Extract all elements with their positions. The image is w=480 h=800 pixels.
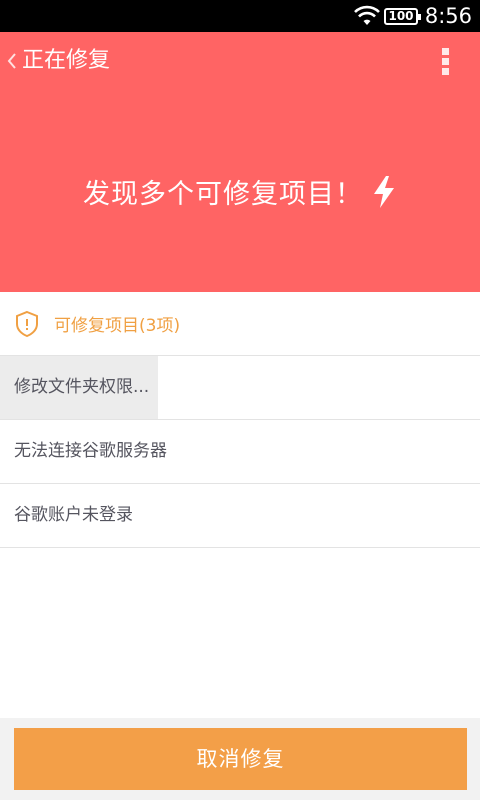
hero-message-text: 发现多个可修复项目！: [83, 179, 363, 210]
repair-item[interactable]: 无法连接谷歌服务器: [0, 420, 480, 484]
cancel-repair-button[interactable]: 取消修复: [14, 728, 467, 790]
bottom-bar: 取消修复: [0, 718, 480, 800]
lightning-bolt-icon: [374, 175, 394, 208]
battery-indicator: 100: [384, 8, 421, 25]
repair-item-label: 修改文件夹权限...: [14, 377, 150, 397]
status-bar: 100 8:56: [0, 0, 480, 32]
wifi-icon: [354, 5, 380, 25]
hero-banner: 正在修复 发现多个可修复项目！: [0, 32, 480, 292]
repair-item-label: 谷歌账户未登录: [14, 505, 133, 525]
back-button[interactable]: 正在修复: [4, 44, 110, 78]
repair-section-label: 可修复项目(3项): [54, 316, 181, 336]
repair-item[interactable]: 修改文件夹权限...: [0, 356, 480, 420]
repair-item[interactable]: 谷歌账户未登录: [0, 484, 480, 548]
shield-alert-icon: [16, 310, 38, 337]
page-title: 正在修复: [22, 48, 111, 73]
hero-message: 发现多个可修复项目！: [0, 172, 480, 211]
status-time: 8:56: [424, 4, 472, 28]
more-vertical-icon[interactable]: [436, 48, 454, 78]
repair-item-label: 无法连接谷歌服务器: [14, 441, 167, 461]
chevron-left-icon: [7, 53, 16, 69]
repair-section-header: 可修复项目(3项): [0, 292, 480, 356]
